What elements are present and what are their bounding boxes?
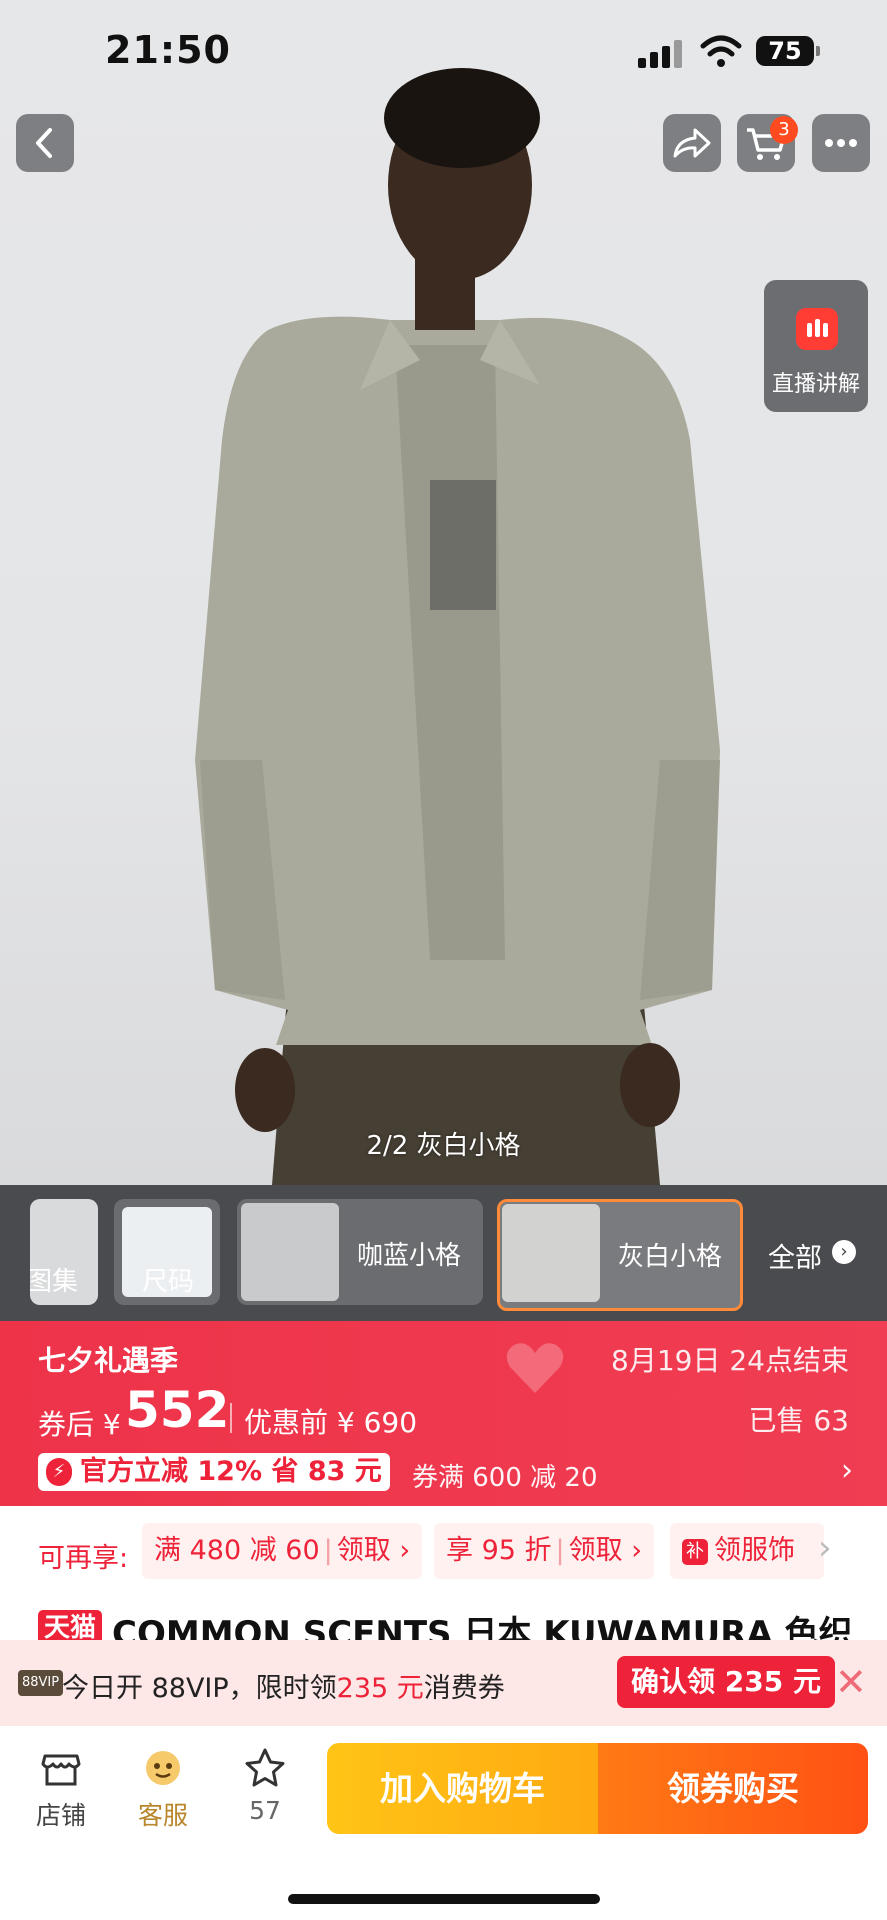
variant-coffee-blue[interactable]: 咖蓝小格	[237, 1199, 483, 1305]
add-to-cart-button[interactable]: 加入购物车	[327, 1743, 598, 1834]
vip-banner: 88VIP 今日开 88VIP，限时领235 元消费券 确认领 235 元 ✕	[0, 1640, 887, 1726]
chevron-right-icon[interactable]: ›	[818, 1528, 832, 1568]
more-dots-icon	[825, 139, 857, 147]
offer-chip-subsidy[interactable]: 补领服饰	[670, 1523, 824, 1579]
official-discount-text: 官方立减 12% 省 83 元	[80, 1456, 382, 1487]
cellular-signal-icon	[638, 40, 686, 68]
after-coupon-label: 券后 ¥	[38, 1408, 121, 1441]
store-label: 店铺	[35, 1801, 86, 1830]
after-coupon-price: 552	[125, 1381, 230, 1439]
star-icon	[245, 1748, 285, 1787]
customer-service-button[interactable]: 客服	[123, 1746, 203, 1832]
status-bar: 21:50 75	[0, 0, 887, 100]
extra-offers-header: 可再享:	[38, 1543, 129, 1574]
sold-count: 已售 63	[748, 1404, 849, 1437]
live-explain-button[interactable]: 直播讲解	[764, 280, 868, 412]
claim-vip-coupon-button[interactable]: 确认领 235 元	[617, 1656, 835, 1708]
offer-chip-text: 满 480 减 60	[154, 1535, 320, 1566]
original-price: 优惠前 ¥ 690	[244, 1406, 418, 1439]
live-bars-icon	[796, 308, 838, 350]
all-variants-link[interactable]: 全部	[768, 1236, 822, 1275]
share-button[interactable]	[663, 114, 721, 172]
status-time: 21:50	[105, 28, 231, 72]
home-indicator	[288, 1894, 600, 1904]
live-explain-label: 直播讲解	[771, 372, 860, 397]
88vip-badge: 88VIP	[18, 1670, 64, 1696]
customer-service-label: 客服	[137, 1801, 188, 1830]
vip-amount: 235 元	[336, 1673, 424, 1704]
variant-gallery[interactable]: 图集	[30, 1199, 98, 1305]
product-photo-model	[195, 68, 720, 1185]
battery-icon: 75	[756, 36, 814, 66]
cart-count-badge: 3	[770, 116, 798, 144]
product-image[interactable]: 21:50 75 3 直播讲解 2/2 灰白小格	[0, 0, 887, 1185]
coupon-info[interactable]: 券满 600 减 20	[412, 1457, 598, 1494]
wifi-icon	[700, 35, 742, 67]
variant-size[interactable]: 尺码	[114, 1199, 220, 1305]
store-icon	[41, 1754, 81, 1786]
bottom-action-bar: 店铺 客服 57 加入购物车 领券购买	[0, 1726, 887, 1920]
share-icon	[673, 128, 711, 158]
favorite-button[interactable]: 57	[225, 1746, 305, 1825]
price-divider	[230, 1403, 232, 1433]
more-button[interactable]	[812, 114, 870, 172]
chevron-right-icon[interactable]: ›	[841, 1453, 853, 1488]
subsidy-badge: 补	[682, 1538, 708, 1565]
offer-chip-discount[interactable]: 享 95 折 | 领取 ›	[434, 1523, 655, 1579]
offer-chip-text: 领服饰	[714, 1535, 795, 1566]
variant-strip: 图集 尺码 咖蓝小格 灰白小格 全部 ›	[0, 1185, 887, 1321]
offer-chip-action: 领取	[568, 1535, 623, 1566]
variant-gallery-label: 图集	[30, 1267, 79, 1297]
variant-grey-white-thumb	[502, 1204, 600, 1302]
variant-size-label: 尺码	[142, 1267, 195, 1297]
buy-with-coupon-button[interactable]: 领券购买	[598, 1743, 868, 1834]
offer-chip-text: 享 95 折	[446, 1535, 552, 1566]
extra-offers-row: 可再享: 满 480 减 60 | 领取 › 享 95 折 | 领取 › 补领服饰 ›	[0, 1506, 887, 1606]
back-button[interactable]	[16, 114, 74, 172]
offer-chip-full-reduction[interactable]: 满 480 减 60 | 领取 ›	[142, 1523, 423, 1579]
variant-grey-white[interactable]: 灰白小格	[497, 1199, 743, 1311]
event-end-time: 8月19日 24点结束	[611, 1344, 849, 1377]
chevron-right-icon: ›	[832, 1240, 856, 1264]
variant-grey-white-label: 灰白小格	[618, 1242, 723, 1272]
favorite-count: 57	[249, 1796, 281, 1825]
heart-icon	[506, 1343, 564, 1393]
close-icon[interactable]: ✕	[835, 1660, 867, 1704]
vip-text-suffix: 消费券	[423, 1673, 505, 1704]
lightning-icon: ⚡	[46, 1458, 72, 1486]
vip-text-prefix: 今日开 88VIP，限时领	[62, 1673, 337, 1704]
customer-service-icon	[146, 1751, 180, 1785]
battery-tip	[816, 46, 820, 56]
vip-banner-text: 今日开 88VIP，限时领235 元消费券	[62, 1666, 505, 1705]
chevron-left-icon	[36, 128, 52, 158]
image-pager: 2/2 灰白小格	[366, 1131, 521, 1161]
store-button[interactable]: 店铺	[21, 1746, 101, 1832]
offer-chip-action: 领取	[336, 1535, 391, 1566]
variant-coffee-blue-label: 咖蓝小格	[357, 1241, 462, 1271]
event-name: 七夕礼遇季	[38, 1344, 179, 1377]
promo-price-block: 七夕礼遇季 8月19日 24点结束 券后 ¥ 552 优惠前 ¥ 690 已售 …	[0, 1321, 887, 1506]
official-discount-tag[interactable]: ⚡ 官方立减 12% 省 83 元	[38, 1453, 390, 1491]
variant-coffee-blue-thumb	[241, 1203, 339, 1301]
